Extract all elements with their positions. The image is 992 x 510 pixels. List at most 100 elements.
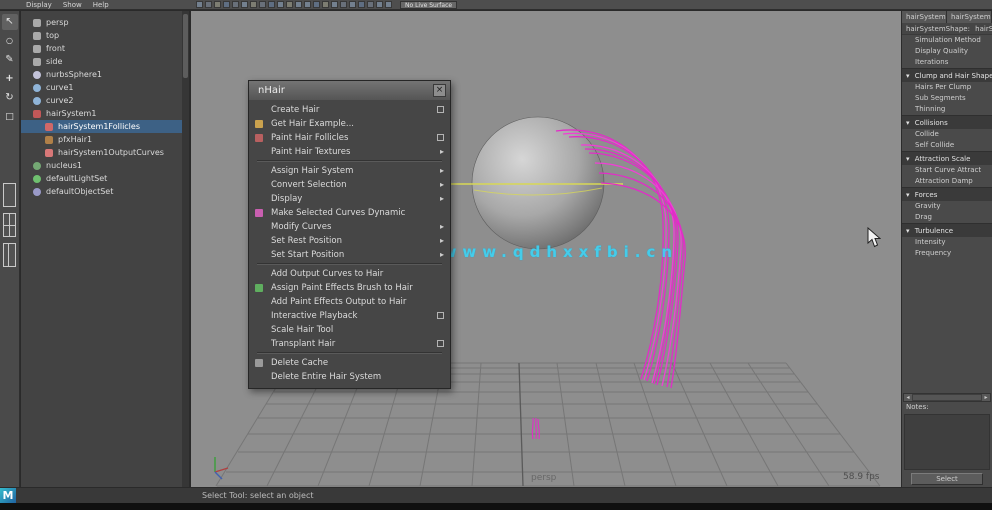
option-box[interactable]: [437, 312, 444, 319]
ae-row[interactable]: Simulation Method: [902, 35, 992, 46]
lasso-tool-icon[interactable]: [2, 33, 18, 49]
select-object-icon[interactable]: [322, 1, 329, 8]
scale-tool-icon[interactable]: [2, 109, 18, 125]
outliner-item[interactable]: hairSystem1Follicles: [21, 120, 189, 133]
outliner-item[interactable]: curve2: [21, 94, 189, 107]
outliner-item[interactable]: pfxHair1: [21, 133, 189, 146]
scroll-left-icon[interactable]: [904, 394, 912, 401]
outliner-item[interactable]: side: [21, 55, 189, 68]
select-component-icon[interactable]: [331, 1, 338, 8]
menu-item[interactable]: Paint Hair Follicles: [249, 131, 450, 145]
menu-item[interactable]: Display: [249, 192, 450, 206]
snap-grid-icon[interactable]: [241, 1, 248, 8]
outliner-item[interactable]: front: [21, 42, 189, 55]
new-scene-icon[interactable]: [196, 1, 203, 8]
menu-item[interactable]: Delete Cache: [249, 356, 450, 370]
select-button[interactable]: Select: [911, 473, 983, 485]
live-surface-indicator[interactable]: No Live Surface: [400, 1, 457, 9]
persp-outliner-layout-button[interactable]: [3, 243, 16, 267]
snap-point-icon[interactable]: [259, 1, 266, 8]
ae-row[interactable]: Intensity: [902, 237, 992, 248]
ae-horizontal-scrollbar[interactable]: [903, 393, 991, 402]
ae-row[interactable]: Forces: [902, 187, 992, 201]
ae-row[interactable]: Frequency: [902, 248, 992, 259]
select-hierarchy-icon[interactable]: [313, 1, 320, 8]
construction-history-icon[interactable]: [304, 1, 311, 8]
ae-row[interactable]: Turbulence: [902, 223, 992, 237]
menu-item[interactable]: Assign Hair System: [249, 164, 450, 178]
ae-row[interactable]: Attraction Damp: [902, 176, 992, 187]
close-icon[interactable]: [433, 84, 446, 97]
menu-item[interactable]: Set Rest Position: [249, 234, 450, 248]
ae-row[interactable]: Gravity: [902, 201, 992, 212]
save-scene-icon[interactable]: [214, 1, 221, 8]
ae-row[interactable]: Sub Segments: [902, 93, 992, 104]
menu-item[interactable]: Get Hair Example...: [249, 117, 450, 131]
ae-notes-area[interactable]: [904, 414, 990, 470]
menu-item[interactable]: Transplant Hair: [249, 337, 450, 351]
menu-item[interactable]: Interactive Playback: [249, 309, 450, 323]
outliner-item[interactable]: curve1: [21, 81, 189, 94]
undo-icon[interactable]: [223, 1, 230, 8]
show-manipulator-icon[interactable]: [376, 1, 383, 8]
panel-menu[interactable]: Show: [63, 0, 82, 10]
option-box[interactable]: [437, 134, 444, 141]
outliner-item[interactable]: defaultLightSet: [21, 172, 189, 185]
four-pane-layout-button[interactable]: [3, 213, 16, 237]
panel-menu[interactable]: Display: [26, 0, 52, 10]
outliner-item[interactable]: nurbsSphere1: [21, 68, 189, 81]
menu-item[interactable]: Create Hair: [249, 103, 450, 117]
ae-object-value[interactable]: hairSystemShape1: [975, 25, 992, 33]
menu-item[interactable]: Assign Paint Effects Brush to Hair: [249, 281, 450, 295]
ae-row[interactable]: Clump and Hair Shape: [902, 68, 992, 82]
ae-row[interactable]: Iterations: [902, 57, 992, 68]
redo-icon[interactable]: [232, 1, 239, 8]
paint-effects-icon[interactable]: [367, 1, 374, 8]
scrollbar-thumb[interactable]: [913, 395, 981, 400]
menu-item[interactable]: Delete Entire Hair System: [249, 370, 450, 384]
menu-item[interactable]: Paint Hair Textures: [249, 145, 450, 159]
select-tool-icon[interactable]: [2, 14, 18, 30]
ae-row[interactable]: Drag: [902, 212, 992, 223]
outliner-item[interactable]: hairSystem1OutputCurves: [21, 146, 189, 159]
outliner-item[interactable]: persp: [21, 16, 189, 29]
outliner-item[interactable]: top: [21, 29, 189, 42]
outliner-item[interactable]: hairSystem1: [21, 107, 189, 120]
ae-row[interactable]: Self Collide: [902, 140, 992, 151]
attribute-editor-tab[interactable]: hairSystem1: [902, 11, 947, 23]
quick-select-icon[interactable]: [385, 1, 392, 8]
outliner-item[interactable]: defaultObjectSet: [21, 185, 189, 198]
snap-plane-icon[interactable]: [268, 1, 275, 8]
ae-row[interactable]: Collide: [902, 129, 992, 140]
ae-row[interactable]: Collisions: [902, 115, 992, 129]
ae-row[interactable]: Display Quality: [902, 46, 992, 57]
option-box[interactable]: [437, 340, 444, 347]
menu-item[interactable]: Make Selected Curves Dynamic: [249, 206, 450, 220]
menu-item[interactable]: Modify Curves: [249, 220, 450, 234]
menu-item[interactable]: Add Output Curves to Hair: [249, 267, 450, 281]
single-pane-layout-button[interactable]: [3, 183, 16, 207]
ipr-render-icon[interactable]: [349, 1, 356, 8]
ae-row[interactable]: Thinning: [902, 104, 992, 115]
scroll-right-icon[interactable]: [982, 394, 990, 401]
ae-row[interactable]: Hairs Per Clump: [902, 82, 992, 93]
panel-menu[interactable]: Help: [93, 0, 109, 10]
pfx-hair-stroke[interactable]: [532, 418, 539, 439]
outliner-item[interactable]: nucleus1: [21, 159, 189, 172]
rotate-tool-icon[interactable]: [2, 90, 18, 106]
render-current-frame-icon[interactable]: [340, 1, 347, 8]
option-box[interactable]: [437, 106, 444, 113]
outliner-scrollbar[interactable]: [182, 11, 189, 487]
ae-row[interactable]: Attraction Scale: [902, 151, 992, 165]
render-settings-icon[interactable]: [358, 1, 365, 8]
move-tool-icon[interactable]: [2, 71, 18, 87]
make-live-icon[interactable]: [277, 1, 284, 8]
open-scene-icon[interactable]: [205, 1, 212, 8]
scrollbar-thumb[interactable]: [183, 14, 188, 78]
menu-item[interactable]: Convert Selection: [249, 178, 450, 192]
ae-row[interactable]: Start Curve Attract: [902, 165, 992, 176]
input-connections-icon[interactable]: [286, 1, 293, 8]
menu-item[interactable]: Add Paint Effects Output to Hair: [249, 295, 450, 309]
menu-item[interactable]: Scale Hair Tool: [249, 323, 450, 337]
paint-select-tool-icon[interactable]: [2, 52, 18, 68]
